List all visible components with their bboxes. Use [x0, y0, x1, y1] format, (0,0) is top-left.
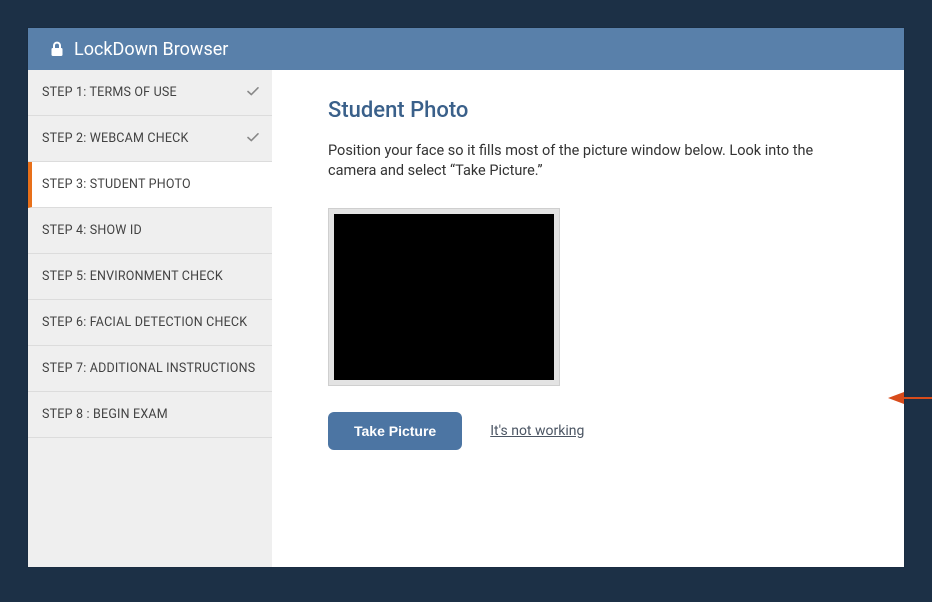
sidebar-step-2[interactable]: STEP 2: WEBCAM CHECK	[28, 116, 272, 162]
sidebar-step-label: STEP 2: WEBCAM CHECK	[42, 131, 189, 146]
page-title: Student Photo	[328, 98, 864, 123]
sidebar-step-label: STEP 7: ADDITIONAL INSTRUCTIONS	[42, 361, 255, 376]
sidebar-step-3[interactable]: STEP 3: STUDENT PHOTO	[28, 162, 272, 208]
sidebar-step-label: STEP 6: FACIAL DETECTION CHECK	[42, 315, 247, 330]
action-row: Take Picture It's not working	[328, 412, 864, 450]
camera-preview	[334, 214, 554, 380]
annotation-arrow-icon	[886, 391, 932, 405]
instructions-text: Position your face so it fills most of t…	[328, 141, 848, 182]
sidebar-step-label: STEP 3: STUDENT PHOTO	[42, 177, 191, 192]
sidebar-step-8[interactable]: STEP 8 : BEGIN EXAM	[28, 392, 272, 438]
not-working-link[interactable]: It's not working	[490, 423, 584, 439]
sidebar: STEP 1: TERMS OF USE STEP 2: WEBCAM CHEC…	[28, 70, 272, 567]
check-icon	[246, 84, 260, 102]
main-content: Student Photo Position your face so it f…	[272, 70, 904, 567]
title-bar: LockDown Browser	[28, 28, 904, 70]
sidebar-step-label: STEP 1: TERMS OF USE	[42, 85, 177, 100]
app-window: LockDown Browser STEP 1: TERMS OF USE ST…	[28, 28, 904, 567]
take-picture-button[interactable]: Take Picture	[328, 412, 462, 450]
sidebar-step-6[interactable]: STEP 6: FACIAL DETECTION CHECK	[28, 300, 272, 346]
camera-preview-frame	[328, 208, 560, 386]
app-title: LockDown Browser	[74, 39, 228, 60]
sidebar-step-label: STEP 8 : BEGIN EXAM	[42, 407, 168, 422]
lock-icon	[50, 41, 64, 57]
sidebar-step-label: STEP 4: SHOW ID	[42, 223, 142, 238]
app-body: STEP 1: TERMS OF USE STEP 2: WEBCAM CHEC…	[28, 70, 904, 567]
sidebar-step-label: STEP 5: ENVIRONMENT CHECK	[42, 269, 223, 284]
sidebar-step-7[interactable]: STEP 7: ADDITIONAL INSTRUCTIONS	[28, 346, 272, 392]
check-icon	[246, 130, 260, 148]
sidebar-step-1[interactable]: STEP 1: TERMS OF USE	[28, 70, 272, 116]
sidebar-step-5[interactable]: STEP 5: ENVIRONMENT CHECK	[28, 254, 272, 300]
sidebar-step-4[interactable]: STEP 4: SHOW ID	[28, 208, 272, 254]
